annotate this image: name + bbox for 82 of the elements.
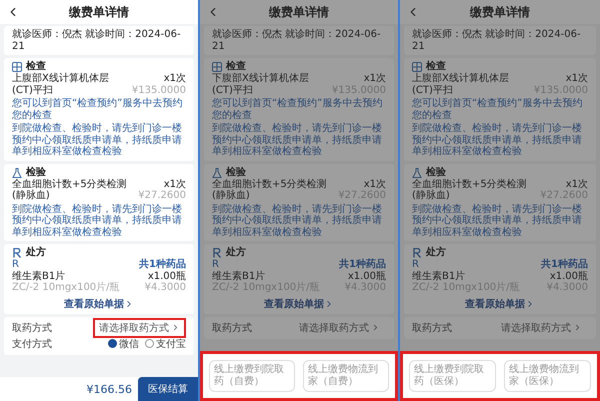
drug-count: 共1种药品: [541, 259, 588, 270]
view-original-link[interactable]: 查看原始单据: [264, 296, 334, 310]
item-name: 上腹部X线计算机体层(CT)平扫: [12, 73, 110, 96]
pickup-label: 取药方式: [12, 322, 52, 334]
item-name: 全血细胞计数+5分类检测(静脉血): [412, 178, 528, 202]
grid-icon: [12, 62, 22, 72]
flask-icon: [412, 168, 422, 178]
payment-option[interactable]: 支付宝: [145, 336, 186, 350]
section-title: 检验: [26, 166, 46, 178]
page-title: 缴费单详情: [68, 4, 130, 20]
chevron-right-icon: [371, 323, 380, 332]
drug-name: 维生素B1片: [12, 270, 66, 282]
section-title: 处方: [226, 247, 246, 259]
drug-name: 维生素B1片: [212, 270, 266, 282]
pickup-option[interactable]: 线上缴费到院取药（医保）: [409, 360, 496, 392]
flask-icon: [12, 168, 22, 178]
rx-label: R: [212, 259, 219, 270]
notice-text: 到院做检查、检验时，请先到门诊一楼预约中心领取纸质申请单，持纸质申请单到相应科室做检查检验: [12, 204, 183, 238]
pickup-option[interactable]: 线上缴费到院取药（自费）: [209, 360, 295, 392]
pickup-selector[interactable]: 请选择取药方式: [495, 318, 588, 338]
flask-icon: [212, 168, 222, 178]
pickup-selector[interactable]: 请选择取药方式: [293, 318, 386, 338]
drug-spec: ZC/-2 10mgx100片/瓶: [12, 282, 120, 294]
total-amount: ¥166.56: [86, 382, 132, 396]
payment-label: 支付方式: [12, 338, 52, 350]
item-name: 上腹部X线计算机体层(CT)平扫: [412, 73, 510, 96]
section-title: 检查: [26, 61, 46, 72]
drug-count: 共1种药品: [139, 259, 186, 270]
view-original-link[interactable]: 查看原始单据: [465, 296, 535, 310]
prescription-icon: [212, 248, 222, 258]
grid-icon: [212, 62, 222, 72]
page-title: 缴费单详情: [468, 4, 531, 20]
notice-text: 到院做检查、检验时，请先到门诊一楼预约中心领取纸质申请单，持纸质申请单到相应科室做检查检验: [12, 123, 183, 158]
drug-name: 维生素B1片: [412, 270, 466, 282]
chevron-right-icon: [171, 323, 180, 332]
notice-text: 到院做检查、检验时，请先到门诊一楼预约中心领取纸质申请单，持纸质申请单到相应科室做检查检验: [412, 123, 583, 158]
item-name: 全血细胞计数+5分类检测(静脉血): [212, 178, 328, 202]
visit-info: 就诊医师：倪杰 就诊时间：2024-06-21: [12, 29, 182, 52]
prescription-icon: [12, 248, 22, 258]
rx-label: R: [412, 259, 419, 270]
notice-text: 到院做检查、检验时，请先到门诊一楼预约中心领取纸质申请单，持纸质申请单到相应科室做检查检验: [212, 204, 383, 238]
section-title: 检验: [226, 166, 246, 178]
view-original-link[interactable]: 查看原始单据: [64, 296, 134, 310]
item-quantity: x1.00瓶: [550, 270, 588, 282]
chevron-right-icon: [573, 323, 582, 332]
item-quantity: x1.00瓶: [148, 270, 186, 282]
visit-info: 就诊医师：倪杰 就诊时间：2024-06-21: [412, 29, 582, 52]
item-price: ¥135.0000: [132, 84, 186, 96]
item-quantity: x1次: [364, 73, 386, 84]
pickup-label: 取药方式: [212, 322, 252, 334]
payment-option[interactable]: 微信: [108, 336, 139, 350]
page-title: 缴费单详情: [268, 4, 330, 20]
drug-count: 共1种药品: [339, 259, 386, 270]
grid-icon: [412, 62, 422, 72]
pickup-option[interactable]: 线上缴费物流到家（自费）: [303, 360, 389, 392]
prescription-icon: [412, 248, 422, 258]
section-title: 检验: [426, 166, 446, 178]
item-quantity: x1次: [164, 73, 186, 84]
item-price: ¥27.2600: [138, 190, 186, 202]
notice-text: 您可以到首页“检查预约”服务中去预约您的检查: [12, 98, 184, 121]
item-quantity: x1次: [364, 178, 386, 190]
visit-info: 就诊医师：倪杰 就诊时间：2024-06-21: [212, 29, 382, 52]
pickup-selector[interactable]: 请选择取药方式: [93, 318, 186, 338]
item-quantity: x1.00瓶: [348, 270, 386, 282]
item-name: 下腹部X线计算机体层(CT)平扫: [212, 73, 310, 96]
item-quantity: x1次: [566, 178, 588, 190]
checkout-button[interactable]: 医保结算: [138, 377, 198, 401]
rx-label: R: [12, 259, 19, 270]
item-price: ¥4.3000: [144, 282, 186, 294]
section-title: 检查: [226, 61, 246, 72]
notice-text: 到院做检查、检验时，请先到门诊一楼预约中心领取纸质申请单，持纸质申请单到相应科室做检查检验: [212, 123, 383, 158]
notice-text: 您可以到首页“检查预约”服务中去预约您的检查: [212, 98, 384, 121]
pickup-option[interactable]: 线上缴费物流到家（医保）: [504, 360, 591, 392]
section-title: 处方: [26, 247, 46, 259]
item-name: 全血细胞计数+5分类检测(静脉血): [12, 178, 128, 202]
section-title: 处方: [426, 247, 446, 259]
item-quantity: x1次: [164, 178, 186, 190]
pickup-label: 取药方式: [412, 322, 452, 334]
notice-text: 您可以到首页“检查预约”服务中去预约您的检查: [412, 98, 584, 121]
item-quantity: x1次: [566, 73, 588, 84]
section-title: 检查: [426, 61, 446, 72]
notice-text: 到院做检查、检验时，请先到门诊一楼预约中心领取纸质申请单，持纸质申请单到相应科室做检查检验: [412, 204, 583, 238]
